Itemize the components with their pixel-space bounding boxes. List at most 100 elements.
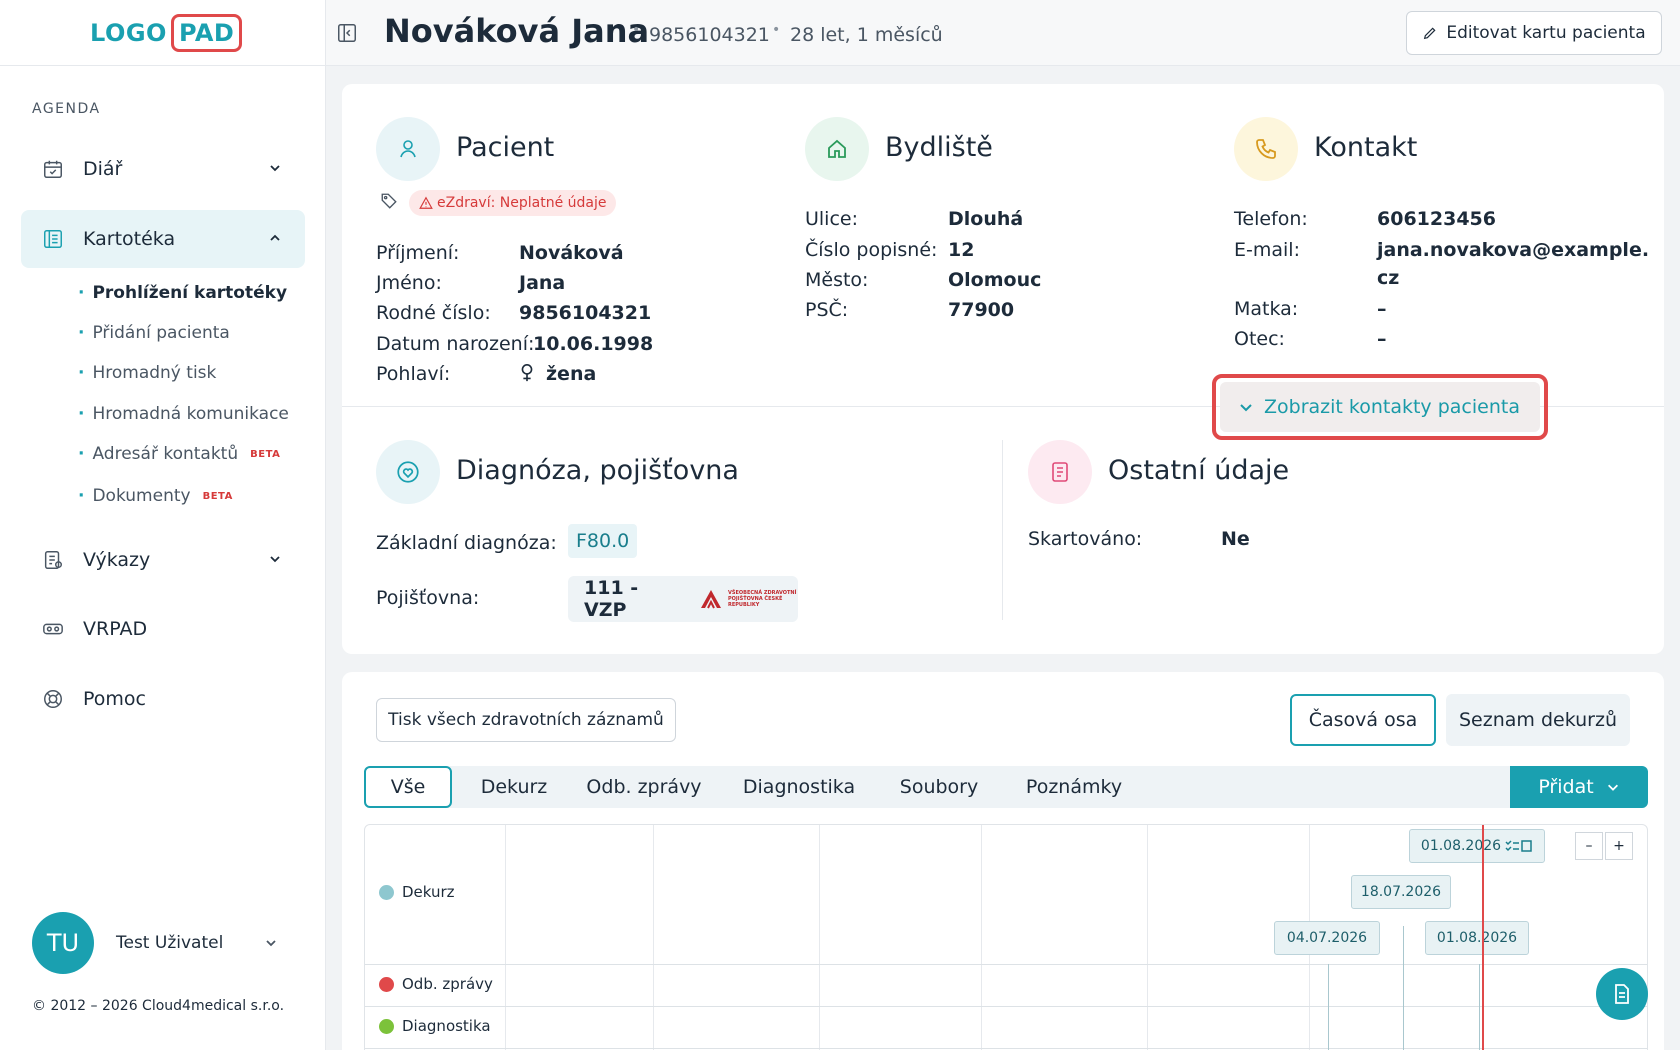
field-value: žena <box>546 363 597 385</box>
sidebar: LOGO PAD AGENDA Diář Kartotéka Prohlížen… <box>0 0 326 1050</box>
sidebar-item-label: Diář <box>83 158 123 180</box>
vzp-logo-text: VŠEOBECNÁ ZDRAVOTNÍ POJIŠŤOVNA ČESKÉ REP… <box>728 590 797 608</box>
section-title-bydliste: Bydliště <box>885 132 993 163</box>
vzp-logo: VŠEOBECNÁ ZDRAVOTNÍ POJIŠŤOVNA ČESKÉ REP… <box>699 588 798 610</box>
field-value: – <box>1377 298 1387 320</box>
legend-dot <box>379 884 394 900</box>
copyright: © 2012 – 2026 Cloud4medical s.r.o. <box>32 998 285 1014</box>
sidebar-item-label: Výkazy <box>83 549 151 571</box>
sidebar-item-pomoc[interactable]: Pomoc <box>21 670 305 728</box>
pencil-icon <box>1424 27 1436 40</box>
field-label: Ulice: <box>805 208 859 230</box>
sidebar-item-diar[interactable]: Diář <box>21 140 305 198</box>
field-label: Skartováno: <box>1028 528 1143 550</box>
field-label: Jméno: <box>376 272 442 294</box>
view-list-button[interactable]: Seznam dekurzů <box>1446 694 1630 746</box>
timeline-row-diagnostika: Diagnostika <box>379 1017 491 1035</box>
timeline-event[interactable]: 18.07.2026 <box>1351 875 1451 909</box>
field-value: Olomouc <box>948 269 1042 291</box>
view-timeline-button[interactable]: Časová osa <box>1290 694 1436 746</box>
ezdravi-warning-badge[interactable]: eZdraví: Neplatné údaje <box>409 190 617 216</box>
zoom-in-button[interactable]: + <box>1605 832 1633 860</box>
field-label: Základní diagnóza: <box>376 532 557 554</box>
beta-badge: BETA <box>250 448 281 460</box>
lifebuoy-icon <box>41 687 65 711</box>
section-title-diagnoza: Diagnóza, pojišťovna <box>456 455 739 486</box>
field-label: Město: <box>805 269 869 291</box>
timeline-event[interactable]: 01.08.2026 <box>1409 829 1545 863</box>
tab-vse[interactable]: Vše <box>364 766 452 808</box>
chevron-down-icon <box>1240 404 1252 412</box>
add-record-button[interactable]: Přidat <box>1510 766 1648 808</box>
chevron-up-icon <box>270 234 280 241</box>
logo[interactable]: LOGO PAD <box>90 13 243 52</box>
field-value: 606123456 <box>1377 208 1496 230</box>
subitem-label: Adresář kontaktů <box>92 444 239 464</box>
tab-diagnostika[interactable]: Diagnostika <box>724 766 874 808</box>
timeline-row-divider <box>365 1048 1647 1049</box>
subitem-prohlizeni[interactable]: Prohlížení kartotéky <box>78 283 287 303</box>
timeline-grid <box>653 825 654 1050</box>
subitem-label: Hromadný tisk <box>92 363 217 383</box>
header-age: 28 let, 1 měsíců <box>790 24 943 46</box>
sidebar-item-vrpad[interactable]: VRPAD <box>21 600 305 658</box>
timeline-row-label: Diagnostika <box>402 1017 491 1035</box>
sidebar-item-vykazy[interactable]: Výkazy <box>21 531 305 589</box>
field-label: E-mail: <box>1234 239 1300 261</box>
section-title-kontakt: Kontakt <box>1314 132 1418 163</box>
warning-text: eZdraví: Neplatné údaje <box>437 195 607 211</box>
field-value: 9856104321 <box>519 302 652 324</box>
field-value: 77900 <box>948 299 1015 321</box>
show-contacts-button[interactable]: Zobrazit kontakty pacienta <box>1220 382 1540 432</box>
tab-poznamky[interactable]: Poznámky <box>1004 766 1144 808</box>
timeline-grid <box>981 825 982 1050</box>
document-fab-button[interactable] <box>1596 968 1648 1020</box>
field-value-continued: cz <box>1377 267 1400 289</box>
timeline-event[interactable]: 04.07.2026 <box>1274 921 1380 955</box>
beta-badge: BETA <box>202 490 233 502</box>
home-icon <box>805 117 869 181</box>
timeline-row-dekurz: Dekurz <box>379 883 455 901</box>
subitem-hromadna-komunikace[interactable]: Hromadná komunikace <box>78 404 288 424</box>
vr-headset-icon <box>41 617 65 641</box>
tab-dekurz[interactable]: Dekurz <box>459 766 569 808</box>
report-icon <box>41 548 65 572</box>
field-value: Nováková <box>519 242 624 264</box>
section-title-pacient: Pacient <box>456 132 555 163</box>
timeline[interactable]: Dekurz Odb. zprávy Diagnostika 01.08.202… <box>364 824 1648 1050</box>
timeline-row-divider <box>365 1006 1647 1007</box>
user-name: Test Uživatel <box>116 933 224 953</box>
list-check-icon <box>1505 840 1532 852</box>
field-label: Číslo popisné: <box>805 239 938 261</box>
subitem-hromadny-tisk[interactable]: Hromadný tisk <box>78 363 216 383</box>
page-title: Nováková Jana <box>384 12 650 50</box>
document-icon <box>1615 984 1629 1004</box>
edit-patient-button[interactable]: Editovat kartu pacienta <box>1406 11 1662 55</box>
patient-info-card: Pacient eZdraví: Neplatné údaje Příjmení… <box>342 84 1664 654</box>
header: Nováková Jana • 9856104321 • 28 let, 1 m… <box>326 0 1680 66</box>
field-label: Pohlaví: <box>376 363 451 385</box>
user-menu[interactable]: TU Test Uživatel <box>32 912 279 974</box>
subitem-adresar[interactable]: Adresář kontaktů BETA <box>78 444 280 464</box>
subitem-dokumenty[interactable]: Dokumenty BETA <box>78 486 233 506</box>
sidebar-item-label: Kartotéka <box>83 228 176 250</box>
diagnosis-code[interactable]: F80.0 <box>568 524 638 558</box>
zoom-out-button[interactable]: – <box>1575 832 1603 860</box>
timeline-event[interactable]: 01.08.2026 <box>1425 921 1529 955</box>
header-birth-number: 9856104321 <box>649 24 770 46</box>
sidebar-item-kartoteka[interactable]: Kartotéka <box>21 210 305 268</box>
sidebar-collapse-icon[interactable] <box>336 22 358 44</box>
timeline-event-line <box>1479 964 1480 1050</box>
tab-odb-zpravy[interactable]: Odb. zprávy <box>574 766 714 808</box>
divider <box>1002 440 1003 620</box>
print-all-records-button[interactable]: Tisk všech zdravotních záznamů <box>376 698 676 742</box>
tab-soubory[interactable]: Soubory <box>880 766 998 808</box>
separator-dot: • <box>772 22 781 38</box>
field-value: Ne <box>1221 528 1250 550</box>
female-icon <box>521 364 533 382</box>
list-icon <box>41 227 65 251</box>
insurance-value: 111 - VZP <box>584 577 639 621</box>
warning-icon <box>419 196 433 209</box>
subitem-pridani[interactable]: Přidání pacienta <box>78 323 229 343</box>
tag-icon[interactable] <box>380 192 398 210</box>
